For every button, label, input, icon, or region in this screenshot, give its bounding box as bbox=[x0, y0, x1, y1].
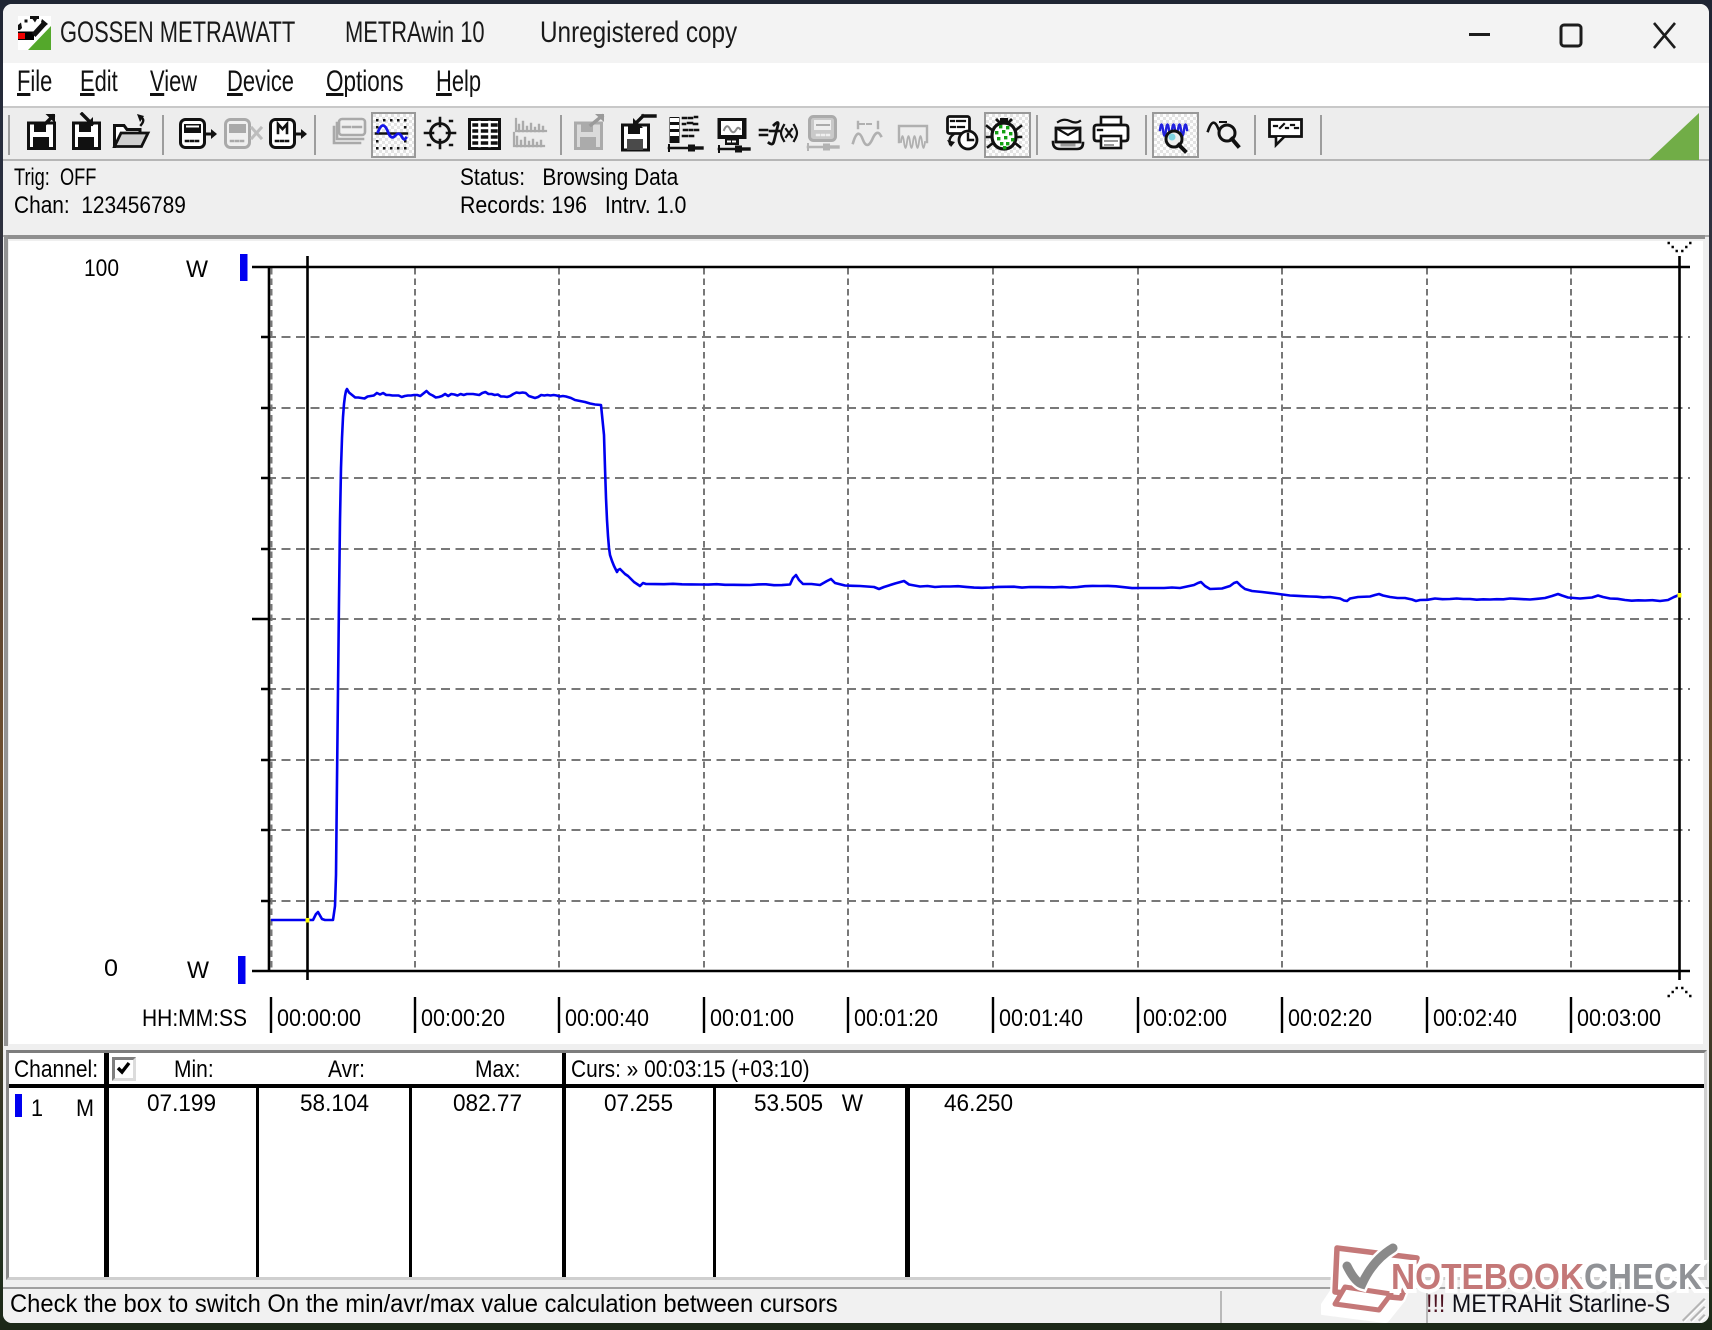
svg-text:00:00:20: 00:00:20 bbox=[421, 1005, 505, 1032]
svg-text:00:00:40: 00:00:40 bbox=[565, 1005, 649, 1032]
svg-text:NOTEBOOK: NOTEBOOK bbox=[1391, 1256, 1584, 1297]
svg-text:00:01:20: 00:01:20 bbox=[854, 1005, 938, 1032]
svg-text:00:02:40: 00:02:40 bbox=[1433, 1005, 1517, 1032]
svg-text:00:03:00: 00:03:00 bbox=[1577, 1005, 1661, 1032]
svg-text:W: W bbox=[187, 957, 209, 984]
svg-text:00:02:20: 00:02:20 bbox=[1288, 1005, 1372, 1032]
svg-text:100: 100 bbox=[84, 255, 119, 282]
svg-text:00:00:00: 00:00:00 bbox=[277, 1005, 361, 1032]
svg-text:00:02:00: 00:02:00 bbox=[1143, 1005, 1227, 1032]
svg-text:CHECK: CHECK bbox=[1584, 1256, 1702, 1297]
svg-text:HH:MM:SS: HH:MM:SS bbox=[142, 1005, 247, 1032]
svg-text:00:01:40: 00:01:40 bbox=[999, 1005, 1083, 1032]
svg-text:00:01:00: 00:01:00 bbox=[710, 1005, 794, 1032]
svg-text:0: 0 bbox=[104, 955, 118, 982]
svg-text:W: W bbox=[186, 256, 208, 283]
